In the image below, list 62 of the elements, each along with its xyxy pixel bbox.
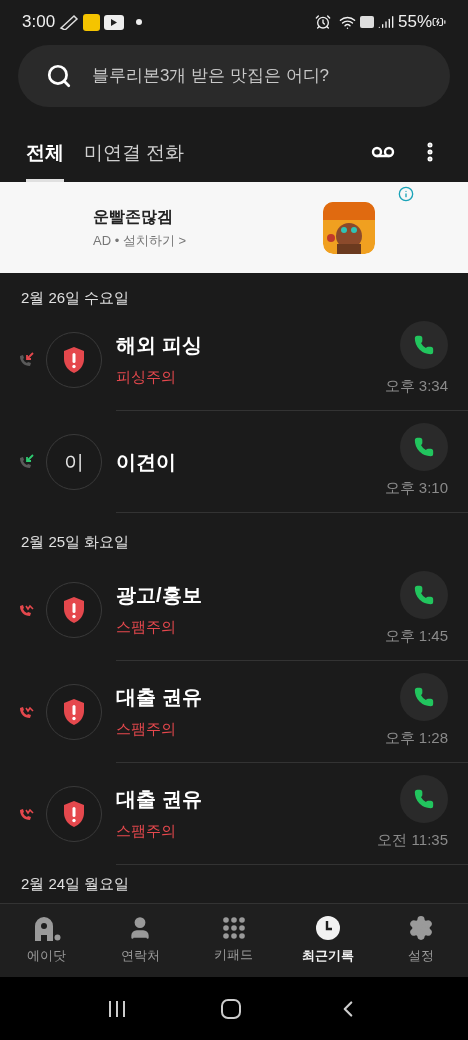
phone-icon: [414, 335, 434, 356]
shield-alert-icon: [62, 596, 86, 624]
video-app-icon: [104, 14, 125, 30]
signal-icon: [377, 14, 394, 30]
caller-name: 대출 권유: [116, 685, 203, 711]
date-header: 2월 25일 화요일: [21, 531, 130, 552]
call-time: 오후 3:10: [384, 478, 448, 499]
caller-name: 대출 권유: [116, 787, 203, 813]
pen-icon: [59, 14, 80, 30]
nav-tab[interactable]: 키패드: [187, 904, 281, 977]
ad-title: 운빨존많겜: [93, 206, 174, 227]
date-header: 2월 24일 월요일: [21, 873, 130, 894]
clock-icon: [314, 915, 341, 942]
nav-tab[interactable]: 설정: [374, 904, 468, 977]
shield-alert-icon: [62, 698, 86, 726]
keypad-icon: [222, 916, 246, 941]
contact-avatar: 이: [46, 434, 102, 490]
call-log-row[interactable]: 이 이견이 오후 3:10: [0, 411, 468, 513]
call-button[interactable]: [400, 423, 448, 472]
warning-label: 피싱주의: [116, 367, 177, 388]
call-log-row[interactable]: 대출 권유 스팸주의 오후 1:28: [0, 661, 468, 763]
adot-logo-icon: [32, 915, 61, 942]
search-icon: [46, 63, 72, 89]
phone-icon: [414, 789, 434, 810]
call-time: 오후 1:28: [384, 728, 448, 749]
battery-percent: 55%: [397, 11, 432, 34]
warning-label: 스팸주의: [116, 719, 177, 740]
call-log-row[interactable]: 해외 피싱 피싱주의 오후 3:34: [0, 309, 468, 411]
call-button[interactable]: [400, 321, 448, 370]
recent-apps-icon[interactable]: [106, 998, 127, 1019]
call-log-row[interactable]: 광고/홍보 스팸주의 오후 1:45: [0, 559, 468, 661]
settings-icon: [408, 915, 435, 942]
call-log-row[interactable]: 대출 권유 스팸주의 오전 11:35: [0, 763, 468, 865]
info-icon[interactable]: [398, 186, 414, 202]
warning-label: 스팸주의: [116, 821, 177, 842]
alarm-icon: [314, 14, 331, 30]
search-field[interactable]: 블루리본3개 받은 맛집은 어디?: [18, 45, 450, 107]
app-notification-icon: [83, 13, 101, 31]
date-header: 2월 26일 수요일: [21, 287, 130, 308]
call-time: 오후 3:34: [384, 376, 448, 397]
shield-alert-icon: [62, 346, 86, 374]
ad-banner[interactable]: 운빨존많겜 AD • 설치하기 >: [0, 182, 468, 273]
tab[interactable]: 미연결 전화: [84, 138, 185, 182]
phone-icon: [414, 437, 434, 458]
shield-alert-icon: [62, 800, 86, 828]
ad-subtitle: AD • 설치하기 >: [93, 231, 188, 250]
call-time: 오후 1:45: [384, 626, 448, 647]
call-button[interactable]: [400, 673, 448, 722]
warning-label: 스팸주의: [116, 617, 177, 638]
home-icon[interactable]: [220, 997, 242, 1020]
phone-icon: [414, 585, 434, 606]
phone-icon: [414, 687, 434, 708]
call-button[interactable]: [400, 571, 448, 620]
call-time: 오전 11:35: [377, 830, 448, 851]
caller-name: 광고/홍보: [116, 583, 203, 609]
status-time: 3:00: [22, 11, 56, 34]
caller-name: 해외 피싱: [116, 333, 203, 359]
call-button[interactable]: [400, 775, 448, 824]
nav-tab[interactable]: 연락처: [93, 904, 188, 977]
nav-tab[interactable]: 에이닷: [0, 904, 94, 977]
caller-name: 이견이: [116, 449, 177, 475]
nav-tab[interactable]: 최근기록: [280, 904, 375, 977]
